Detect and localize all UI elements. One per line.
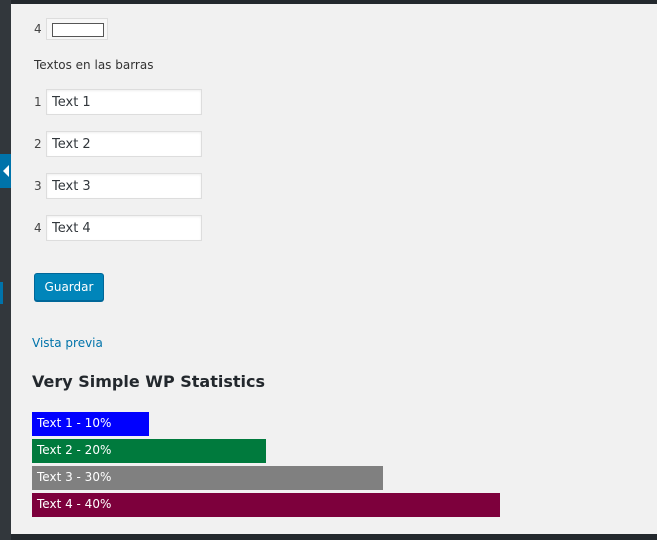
stat-bar-4: Text 4 - 40% — [32, 493, 500, 517]
bar-texts-heading: Textos en las barras — [34, 58, 154, 72]
bar-text-input-4[interactable] — [46, 215, 202, 241]
bar-text-input-3[interactable] — [46, 173, 202, 199]
row-index: 4 — [34, 221, 42, 235]
admin-sidebar — [0, 0, 11, 540]
preview-link[interactable]: Vista previa — [32, 336, 103, 350]
bar-text-input-1[interactable] — [46, 89, 202, 115]
color-row-4: 4 — [34, 16, 108, 42]
color-swatch — [52, 23, 104, 37]
color-picker-button[interactable] — [46, 18, 108, 40]
stat-bar-3: Text 3 - 30% — [32, 466, 383, 490]
collapse-menu-button[interactable] — [0, 154, 11, 188]
row-index: 3 — [34, 179, 42, 193]
stat-bar-1: Text 1 - 10% — [32, 412, 149, 436]
row-index: 2 — [34, 137, 42, 151]
stat-bar-2: Text 2 - 20% — [32, 439, 266, 463]
arrow-left-icon — [3, 165, 9, 177]
row-index: 4 — [34, 22, 42, 36]
settings-panel: 4 Textos en las barras 1 2 3 4 Guardar V… — [11, 4, 657, 534]
text-row-3: 3 — [34, 173, 202, 199]
text-row-4: 4 — [34, 215, 202, 241]
row-index: 1 — [34, 95, 42, 109]
menu-active-marker — [0, 282, 3, 304]
bar-text-input-2[interactable] — [46, 131, 202, 157]
save-button[interactable]: Guardar — [34, 273, 104, 301]
text-row-1: 1 — [34, 89, 202, 115]
text-row-2: 2 — [34, 131, 202, 157]
widget-title: Very Simple WP Statistics — [32, 372, 265, 391]
